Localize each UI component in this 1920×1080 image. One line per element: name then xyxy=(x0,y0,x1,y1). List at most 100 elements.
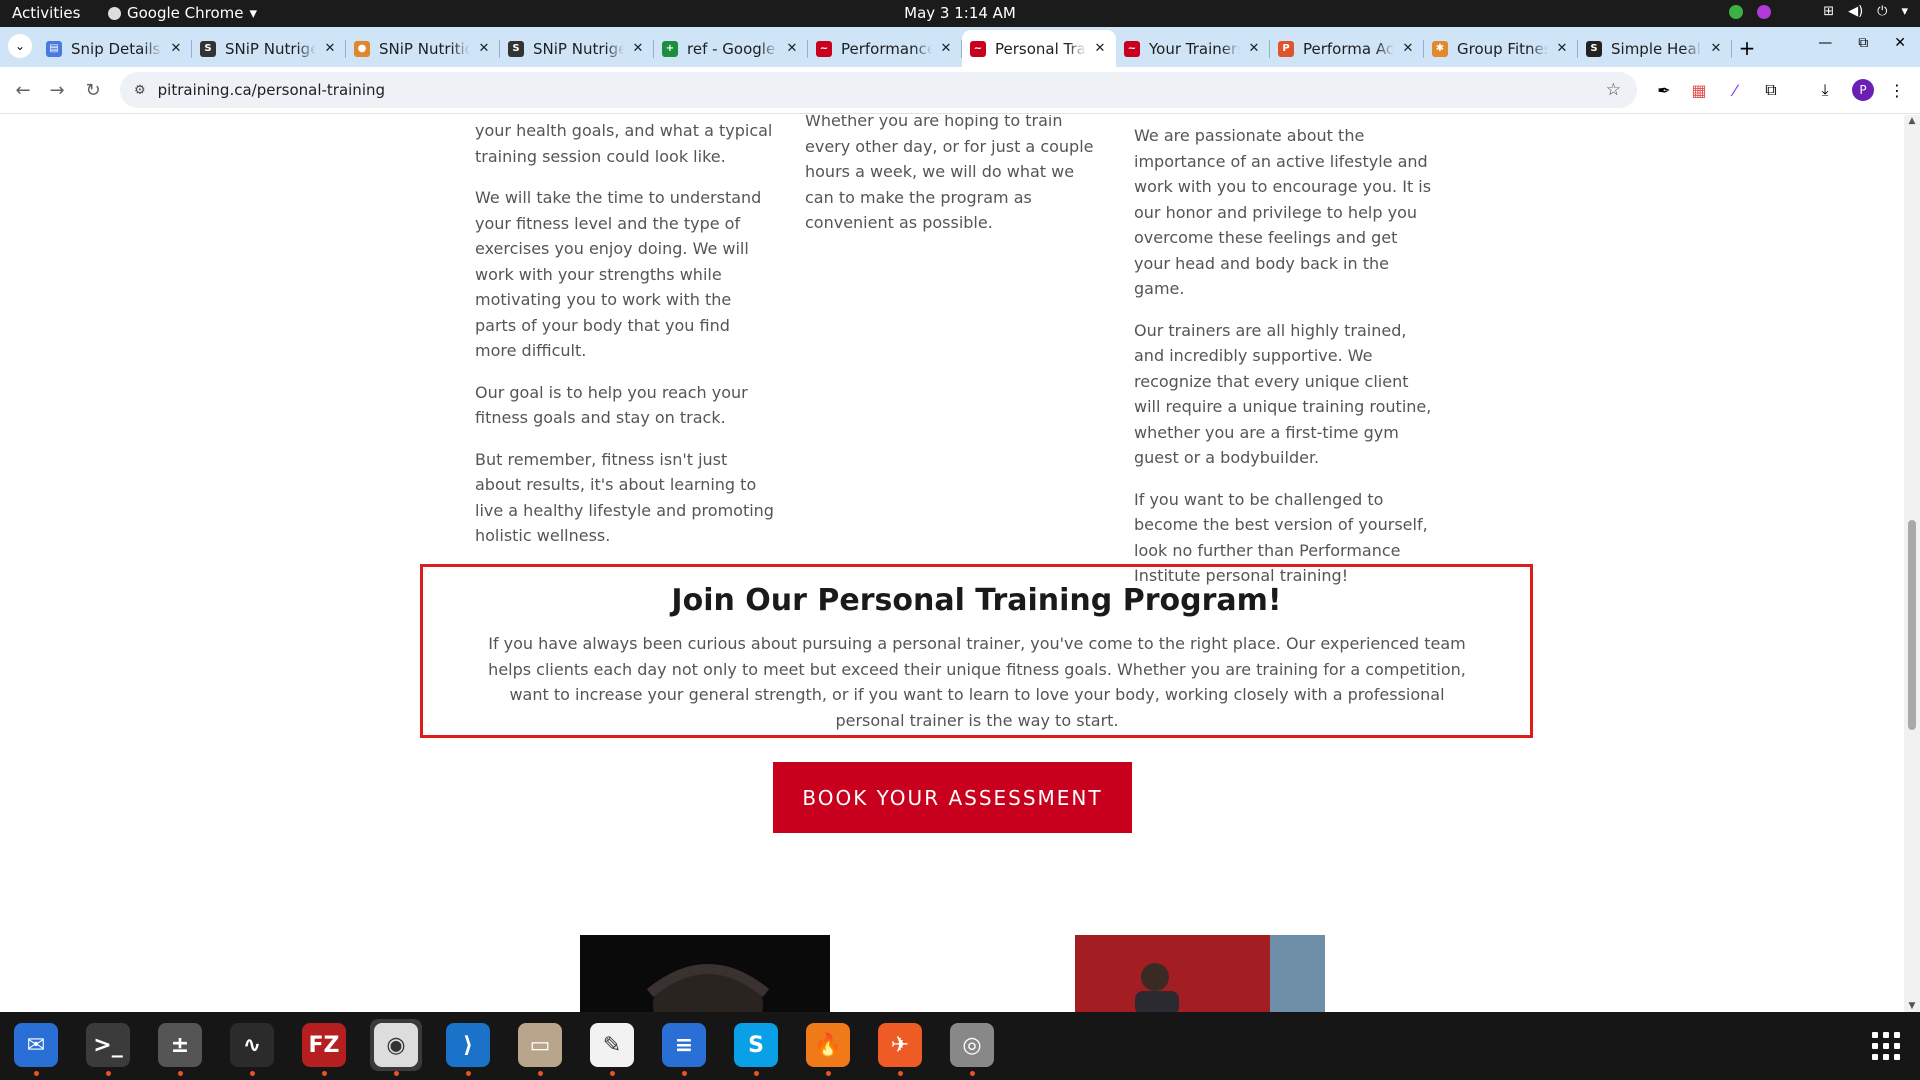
pen-extension-icon[interactable]: ⁄ xyxy=(1724,79,1746,101)
tab-close-icon[interactable]: ✕ xyxy=(1092,41,1108,56)
browser-tab[interactable]: + ref - Google Sheets ✕ xyxy=(654,30,808,67)
tab-title: SNiP Nutrigenomics xyxy=(225,39,316,58)
window-controls: — ⧉ ✕ xyxy=(1818,35,1906,51)
dock-calculator[interactable]: ± xyxy=(154,1019,206,1076)
browser-tab[interactable]: P Performa Academy ✕ xyxy=(1270,30,1424,67)
back-icon[interactable]: ← xyxy=(12,79,34,101)
tab-title: Group Fitness xyxy=(1457,39,1548,58)
tab-favicon-icon: S xyxy=(508,40,524,57)
minimize-icon[interactable]: — xyxy=(1818,35,1832,51)
body-paragraph: Our goal is to help you reach your fitne… xyxy=(475,382,748,428)
network-icon[interactable]: ⊞ xyxy=(1823,4,1834,19)
browser-tab[interactable]: ▤ Snip Details ✕ xyxy=(38,30,192,67)
body-paragraph: We are passionate about the importance o… xyxy=(1134,126,1432,298)
running-indicator xyxy=(682,1071,687,1076)
reload-icon[interactable]: ↻ xyxy=(82,79,104,101)
dock-filezilla[interactable]: FZ xyxy=(298,1019,350,1076)
browser-tab[interactable]: ~ Your Trainers ✕ xyxy=(1116,30,1270,67)
book-assessment-button[interactable]: BOOK YOUR ASSESSMENT xyxy=(773,762,1132,833)
chevron-down-icon: ▾ xyxy=(249,4,258,22)
system-top-bar: Activities Google Chrome ▾ May 3 1:14 AM… xyxy=(0,0,1920,27)
close-icon[interactable]: ✕ xyxy=(1894,35,1906,51)
browser-tab[interactable]: ● SNiP Nutrition ✕ xyxy=(346,30,500,67)
vscode-icon: ⟩ xyxy=(446,1023,490,1067)
extensions-puzzle-icon[interactable]: ⧉ xyxy=(1760,79,1782,101)
more-menu-icon[interactable]: ⋮ xyxy=(1886,79,1908,101)
tab-favicon-icon: S xyxy=(1586,40,1602,57)
show-apps-icon[interactable] xyxy=(1872,1032,1900,1060)
tab-close-icon[interactable]: ✕ xyxy=(476,41,492,56)
tab-close-icon[interactable]: ✕ xyxy=(630,41,646,56)
system-tray[interactable]: ⊞ ◀) ⏻ ▾ xyxy=(1729,4,1908,19)
tab-search-button[interactable]: ⌄ xyxy=(8,34,32,58)
text-editor-icon: ✎ xyxy=(590,1023,634,1067)
calendar-extension-icon[interactable]: ▦ xyxy=(1688,79,1710,101)
dock-text-editor[interactable]: ✎ xyxy=(586,1019,638,1076)
tab-close-icon[interactable]: ✕ xyxy=(1400,41,1416,56)
tab-close-icon[interactable]: ✕ xyxy=(1554,41,1570,56)
dock-thunderbird[interactable]: ✉ xyxy=(10,1019,62,1076)
download-icon[interactable]: ⤓ xyxy=(1814,79,1836,101)
tab-close-icon[interactable]: ✕ xyxy=(784,41,800,56)
client-photo-image xyxy=(1135,935,1325,1012)
running-indicator xyxy=(466,1071,471,1076)
dock-terminal[interactable]: >_ xyxy=(82,1019,134,1076)
forward-icon[interactable]: → xyxy=(46,79,68,101)
dock-vscode[interactable]: ⟩ xyxy=(442,1019,494,1076)
body-paragraph: your health goals, and what a typical tr… xyxy=(475,121,773,166)
chevron-down-icon[interactable]: ▾ xyxy=(1901,4,1908,19)
tab-close-icon[interactable]: ✕ xyxy=(168,41,184,56)
scroll-up-icon[interactable]: ▲ xyxy=(1904,116,1920,126)
body-paragraph: We will take the time to understand your… xyxy=(475,188,762,360)
browser-tab[interactable]: S SNiP Nutrigenomics ✕ xyxy=(192,30,346,67)
dock-disks[interactable]: ◎ xyxy=(946,1019,998,1076)
activities-button[interactable]: Activities xyxy=(12,4,80,22)
tab-close-icon[interactable]: ✕ xyxy=(1708,41,1724,56)
trainer-photo xyxy=(580,935,830,1012)
bookmark-star-icon[interactable]: ☆ xyxy=(1606,80,1621,100)
scroll-down-icon[interactable]: ▼ xyxy=(1904,1001,1920,1011)
site-info-icon[interactable]: ⚙ xyxy=(134,83,146,98)
eyedropper-extension-icon[interactable]: ✒ xyxy=(1653,79,1675,101)
dock-firefox-dev[interactable]: 🔥 xyxy=(802,1019,854,1076)
client-photo xyxy=(1075,935,1325,1012)
maximize-icon[interactable]: ⧉ xyxy=(1858,35,1868,51)
app-menu[interactable]: Google Chrome ▾ xyxy=(108,4,257,22)
tab-close-icon[interactable]: ✕ xyxy=(938,41,954,56)
browser-toolbar: ← → ↻ ⚙ pitraining.ca/personal-training … xyxy=(0,67,1920,114)
tab-close-icon[interactable]: ✕ xyxy=(322,41,338,56)
app-indicator-icon[interactable] xyxy=(1757,4,1772,19)
browser-tab[interactable]: ~ Performance Institute ✕ xyxy=(808,30,962,67)
new-tab-button[interactable]: + xyxy=(1732,33,1762,63)
profile-avatar[interactable]: P xyxy=(1852,79,1874,101)
dock-google-chrome[interactable]: ◉ xyxy=(370,1019,422,1076)
volume-icon[interactable]: ◀) xyxy=(1848,4,1863,19)
tab-title: Personal Training xyxy=(995,39,1086,58)
disks-icon: ◎ xyxy=(950,1023,994,1067)
scrollbar-thumb[interactable] xyxy=(1908,520,1916,730)
join-program-description: If you have always been curious about pu… xyxy=(488,634,1466,730)
dock-postman[interactable]: ✈ xyxy=(874,1019,926,1076)
files-icon: ▭ xyxy=(518,1023,562,1067)
running-indicator xyxy=(970,1071,975,1076)
browser-tab[interactable]: ~ Personal Training ✕ xyxy=(962,30,1116,67)
update-icon[interactable] xyxy=(1729,4,1744,19)
browser-tab[interactable]: ✱ Group Fitness ✕ xyxy=(1424,30,1578,67)
chevron-down-icon: ⌄ xyxy=(14,39,26,53)
browser-tab[interactable]: S Simple Health ✕ xyxy=(1578,30,1732,67)
browser-tab[interactable]: S SNiP Nutrigenomics ✕ xyxy=(500,30,654,67)
power-icon[interactable]: ⏻ xyxy=(1877,4,1887,19)
firefox-dev-icon: 🔥 xyxy=(806,1023,850,1067)
dock-skype[interactable]: S xyxy=(730,1019,782,1076)
tab-favicon-icon: ▤ xyxy=(46,40,62,57)
dock-system-monitor[interactable]: ∿ xyxy=(226,1019,278,1076)
body-paragraph: Whether you are hoping to train every ot… xyxy=(805,115,1094,232)
tab-close-icon[interactable]: ✕ xyxy=(1246,41,1262,56)
address-bar[interactable]: ⚙ pitraining.ca/personal-training ☆ xyxy=(120,72,1637,108)
tab-title: Simple Health xyxy=(1611,39,1702,58)
dock-libreoffice-writer[interactable]: ≡ xyxy=(658,1019,710,1076)
url-text[interactable]: pitraining.ca/personal-training xyxy=(158,81,385,99)
page-scrollbar[interactable]: ▲ ▼ xyxy=(1904,115,1920,1012)
clock[interactable]: May 3 1:14 AM xyxy=(0,4,1920,22)
dock-files[interactable]: ▭ xyxy=(514,1019,566,1076)
